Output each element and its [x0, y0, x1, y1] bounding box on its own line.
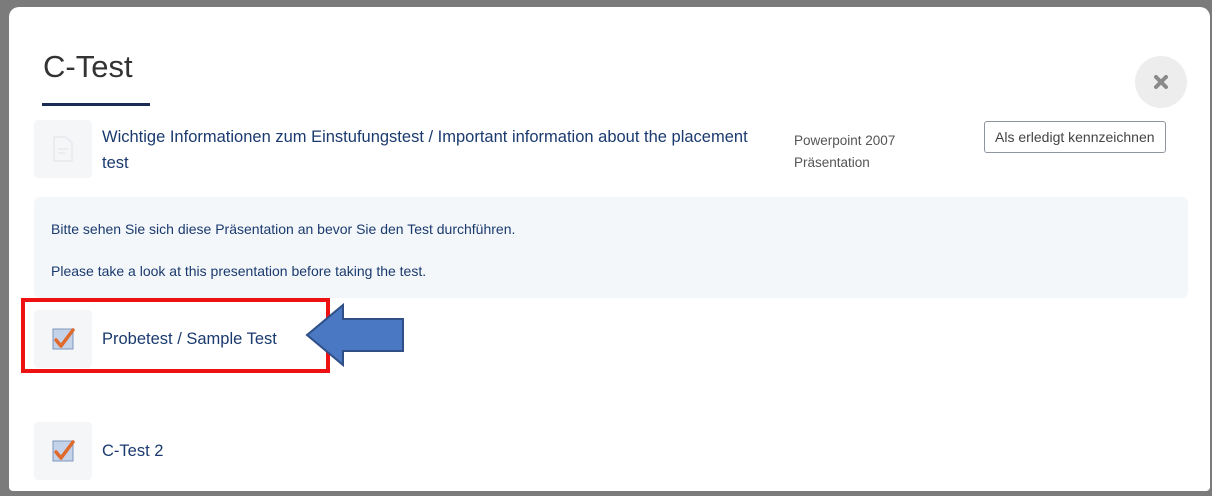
- quiz-checkmark-icon: [52, 440, 75, 462]
- file-type-label: Powerpoint 2007 Präsentation: [794, 130, 895, 174]
- modal-title: C-Test: [43, 49, 133, 84]
- description-german: Bitte sehen Sie sich diese Präsentation …: [51, 221, 516, 237]
- mark-as-done-button[interactable]: Als erledigt kennzeichnen: [984, 121, 1166, 153]
- activity-icon-box: [34, 120, 92, 178]
- info-presentation-link[interactable]: Wichtige Informationen zum Einstufungste…: [102, 124, 752, 176]
- activity-description: Bitte sehen Sie sich diese Präsentation …: [34, 197, 1188, 298]
- description-english: Please take a look at this presentation …: [51, 263, 427, 279]
- activity-c-test-2: C-Test 2: [34, 422, 163, 480]
- highlight-annotation-box: [21, 298, 330, 373]
- file-type-line1: Powerpoint 2007: [794, 133, 896, 148]
- modal-dialog: C-Test Wichtige Informationen zum Einstu…: [9, 7, 1210, 491]
- c-test-2-link[interactable]: C-Test 2: [102, 438, 163, 464]
- left-arrow-icon: [305, 303, 404, 367]
- document-icon: [53, 136, 73, 162]
- activity-icon-box: [34, 422, 92, 480]
- title-underline: [42, 103, 150, 106]
- file-type-line2: Präsentation: [794, 155, 870, 170]
- activity-info: Wichtige Informationen zum Einstufungste…: [34, 120, 1204, 178]
- close-button[interactable]: [1135, 56, 1187, 108]
- close-icon: [1154, 75, 1168, 89]
